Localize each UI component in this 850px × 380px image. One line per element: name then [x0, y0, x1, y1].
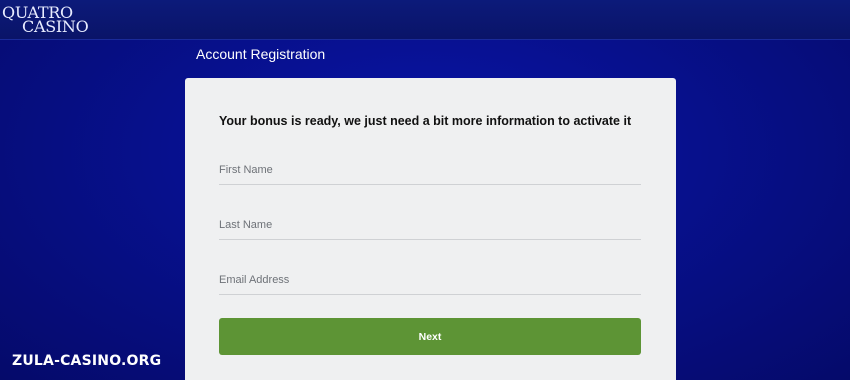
- logo-line-2: CASINO: [22, 17, 89, 36]
- last-name-field: [219, 210, 641, 240]
- first-name-input[interactable]: [219, 155, 641, 184]
- email-input[interactable]: [219, 265, 641, 294]
- next-button[interactable]: Next: [219, 318, 641, 355]
- email-field: [219, 265, 641, 295]
- registration-card: Your bonus is ready, we just need a bit …: [185, 78, 676, 380]
- quatro-casino-logo[interactable]: QUATRO CASINO: [2, 3, 92, 36]
- page-title: Account Registration: [196, 46, 326, 62]
- last-name-input[interactable]: [219, 210, 641, 239]
- bonus-headline: Your bonus is ready, we just need a bit …: [219, 114, 632, 128]
- top-bar: QUATRO CASINO: [0, 0, 850, 40]
- first-name-field: [219, 155, 641, 185]
- site-watermark: ZULA-CASINO.ORG: [12, 353, 162, 369]
